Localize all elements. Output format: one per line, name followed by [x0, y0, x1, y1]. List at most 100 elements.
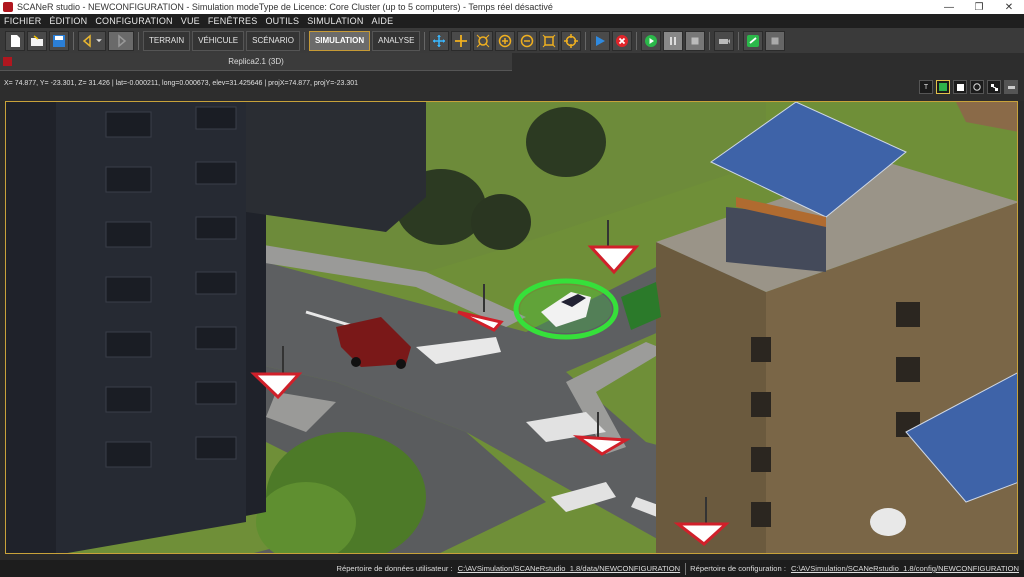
3d-view-title: Replica2.1 (3D) — [228, 57, 284, 66]
undo-button[interactable] — [78, 30, 106, 51]
move-tool-button[interactable] — [451, 30, 472, 51]
square-icon — [956, 83, 964, 91]
red-x-icon — [616, 34, 629, 47]
menu-configuration[interactable]: CONFIGURATION — [91, 16, 176, 26]
toolbar-separator — [738, 31, 740, 50]
view-icon — [3, 57, 12, 66]
arrow-left-icon — [82, 33, 91, 48]
save-icon — [53, 34, 65, 47]
save-button[interactable] — [49, 30, 69, 51]
link-icon — [747, 34, 760, 47]
zoom-fit-button[interactable] — [473, 30, 494, 51]
status-bar: Répertoire de données utilisateur : C:\A… — [0, 560, 1024, 577]
toolbar-separator — [636, 31, 638, 50]
menu-outils[interactable]: OUTILS — [261, 16, 303, 26]
selected-ego-vehicle[interactable] — [513, 278, 619, 340]
close-icon[interactable]: ✕ — [994, 2, 1024, 13]
parasol — [870, 508, 906, 536]
run-button[interactable] — [590, 30, 611, 51]
disconnect-button[interactable] — [765, 30, 786, 51]
vehicle-view-button[interactable] — [1004, 80, 1018, 94]
stop-error-button[interactable] — [612, 30, 633, 51]
menu-bar: FICHIER ÉDITION CONFIGURATION VUE FENÊTR… — [0, 14, 1024, 28]
open-folder-button[interactable] — [27, 30, 47, 51]
menu-fenetres[interactable]: FENÊTRES — [204, 16, 262, 26]
menu-fichier[interactable]: FICHIER — [0, 16, 45, 26]
zoom-in-icon — [499, 34, 512, 47]
play-flag-icon — [596, 35, 606, 46]
stop-square-icon — [771, 37, 779, 44]
vehicle-icon — [1007, 86, 1015, 89]
play-circle-icon — [645, 34, 658, 47]
menu-aide[interactable]: AIDE — [368, 16, 398, 26]
toolbar-separator — [73, 31, 74, 50]
3d-scene[interactable] — [6, 102, 1018, 554]
simulation-stop-button[interactable] — [685, 30, 706, 51]
crosshair-icon — [564, 33, 579, 48]
solid-view-button[interactable] — [953, 80, 967, 94]
toolbar-separator — [709, 31, 711, 50]
toolbar-separator — [424, 31, 426, 50]
view-options: T — [919, 80, 1018, 94]
tree-canopy — [526, 107, 606, 177]
status-divider — [685, 562, 687, 575]
zoom-out-button[interactable] — [517, 30, 538, 51]
camera-icon — [719, 38, 731, 44]
target-button[interactable] — [561, 30, 582, 51]
text-toggle-button[interactable]: T — [919, 80, 933, 94]
toolbar-separator — [585, 31, 587, 50]
record-button[interactable] — [714, 30, 735, 51]
clock-icon — [973, 83, 981, 91]
fit-area-icon — [543, 34, 556, 47]
config-dir-link[interactable]: C:\AVSimulation/SCANeRstudio_1.8/config/… — [791, 564, 1019, 573]
mode-terrain-button[interactable]: TERRAIN — [143, 30, 191, 51]
pause-icon — [670, 36, 677, 45]
mode-analysis-button[interactable]: ANALYSE — [372, 30, 421, 51]
toolbar-separator — [138, 31, 139, 50]
zoom-out-icon — [521, 34, 534, 47]
redo-button[interactable] — [108, 30, 134, 51]
menu-simulation[interactable]: SIMULATION — [303, 16, 367, 26]
3d-viewport[interactable] — [5, 101, 1018, 554]
title-bar: SCANeR studio - NEWCONFIGURATION - Simul… — [0, 0, 1024, 14]
mode-scenario-button[interactable]: SCÉNARIO — [246, 30, 300, 51]
menu-vue[interactable]: VUE — [177, 16, 204, 26]
3d-view-window: Replica2.1 (3D) X= 74.877, Y= -23.301, Z… — [0, 53, 1024, 101]
move-icon — [455, 34, 468, 47]
3d-view-title-bar[interactable]: Replica2.1 (3D) — [0, 53, 512, 71]
stop-icon — [691, 37, 699, 44]
main-toolbar: TERRAIN VÉHICULE SCÉNARIO SIMULATION ANA… — [0, 28, 1024, 54]
app-icon — [3, 2, 13, 12]
window-title: SCANeR studio - NEWCONFIGURATION - Simul… — [17, 2, 553, 12]
connect-button[interactable] — [743, 30, 764, 51]
maximize-icon[interactable]: ❐ — [964, 2, 994, 13]
user-data-dir-label: Répertoire de données utilisateur : — [336, 564, 453, 573]
minimize-icon[interactable]: — — [934, 2, 964, 13]
fit-area-button[interactable] — [539, 30, 560, 51]
tree-canopy — [471, 194, 531, 250]
select-tool-button[interactable] — [429, 30, 450, 51]
mode-simulation-button[interactable]: SIMULATION — [308, 30, 371, 51]
network-icon — [990, 83, 998, 91]
terrain-view-button[interactable] — [936, 80, 950, 94]
brown-building-side — [656, 242, 766, 553]
chevron-down-icon — [96, 38, 102, 42]
new-file-button[interactable] — [5, 30, 25, 51]
arrow-right-icon — [118, 33, 127, 48]
mode-vehicle-button[interactable]: VÉHICULE — [192, 30, 245, 51]
zoom-fit-icon — [477, 34, 490, 47]
open-folder-icon — [31, 34, 43, 46]
simulation-play-button[interactable] — [641, 30, 662, 51]
new-file-icon — [11, 34, 20, 47]
select-cross-icon — [433, 34, 446, 47]
record-view-button[interactable] — [970, 80, 984, 94]
menu-edition[interactable]: ÉDITION — [45, 16, 91, 26]
toolbar-separator — [303, 31, 305, 50]
simulation-pause-button[interactable] — [663, 30, 684, 51]
zoom-in-button[interactable] — [495, 30, 516, 51]
user-data-dir-link[interactable]: C:\AVSimulation/SCANeRstudio_1.8/data/NE… — [458, 564, 681, 573]
coordinate-readout: X= 74.877, Y= -23.301, Z= 31.426 | lat=-… — [4, 80, 359, 87]
grid-icon — [939, 83, 947, 91]
network-view-button[interactable] — [987, 80, 1001, 94]
config-dir-label: Répertoire de configuration : — [690, 564, 786, 573]
